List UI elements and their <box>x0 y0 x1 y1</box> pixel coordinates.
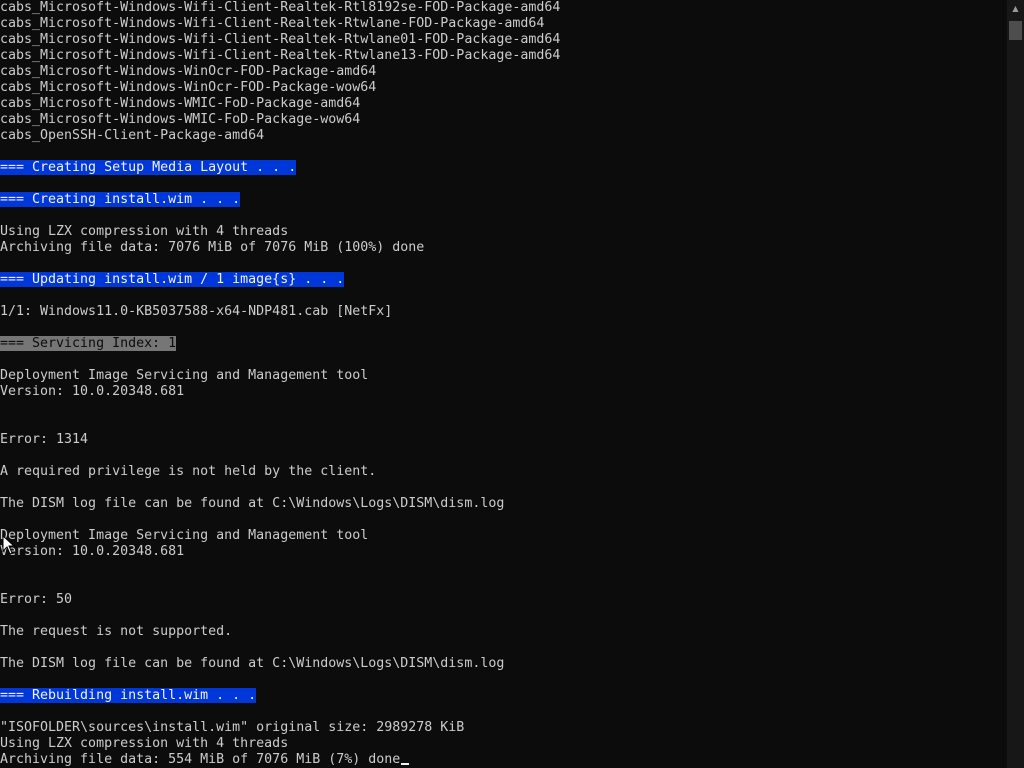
console-line: Deployment Image Servicing and Managemen… <box>0 368 1004 384</box>
console-line-text: cabs_Microsoft-Windows-Wifi-Client-Realt… <box>0 32 561 47</box>
console-line-text: A required privilege is not held by the … <box>0 464 377 479</box>
console-line: cabs_Microsoft-Windows-Wifi-Client-Realt… <box>0 0 1004 16</box>
console-line: cabs_Microsoft-Windows-WinOcr-FOD-Packag… <box>0 64 1004 80</box>
console-line: cabs_OpenSSH-Client-Package-amd64 <box>0 128 1004 144</box>
scrollbar-thumb[interactable] <box>1009 21 1022 40</box>
console-window[interactable]: cabs_Microsoft-Windows-Wifi-Client-Realt… <box>0 0 1024 768</box>
console-line-text: === Rebuilding install.wim . . . <box>0 688 257 703</box>
console-line-text: The request is not supported. <box>0 624 233 639</box>
console-line: cabs_Microsoft-Windows-WMIC-FoD-Package-… <box>0 96 1004 112</box>
console-line: cabs_Microsoft-Windows-Wifi-Client-Realt… <box>0 16 1004 32</box>
console-line: === Rebuilding install.wim . . . <box>0 688 1004 704</box>
console-line: "ISOFOLDER\sources\install.wim" original… <box>0 720 1004 736</box>
console-line: Archiving file data: 554 MiB of 7076 MiB… <box>0 752 1004 768</box>
console-line-text: 1/1: Windows11.0-KB5037588-x64-NDP481.ca… <box>0 304 393 319</box>
console-line-text: "ISOFOLDER\sources\install.wim" original… <box>0 720 465 735</box>
console-line-text: Using LZX compression with 4 threads <box>0 736 289 751</box>
console-line-text: cabs_Microsoft-Windows-WMIC-FoD-Package-… <box>0 96 361 111</box>
console-line-text: Archiving file data: 7076 MiB of 7076 Mi… <box>0 240 425 255</box>
console-line: The DISM log file can be found at C:\Win… <box>0 496 1004 512</box>
scroll-up-arrow-icon[interactable]: ▲ <box>1007 0 1024 17</box>
console-line: Using LZX compression with 4 threads <box>0 224 1004 240</box>
console-line: Error: 50 <box>0 592 1004 608</box>
console-line-text: cabs_OpenSSH-Client-Package-amd64 <box>0 128 265 143</box>
vertical-scrollbar[interactable]: ▲ <box>1007 0 1024 768</box>
console-line-text: Deployment Image Servicing and Managemen… <box>0 368 369 383</box>
console-line: The DISM log file can be found at C:\Win… <box>0 656 1004 672</box>
console-line: The request is not supported. <box>0 624 1004 640</box>
console-line: Archiving file data: 7076 MiB of 7076 Mi… <box>0 240 1004 256</box>
console-line: === Servicing Index: 1 <box>0 336 1004 352</box>
console-line: 1/1: Windows11.0-KB5037588-x64-NDP481.ca… <box>0 304 1004 320</box>
console-line: cabs_Microsoft-Windows-WMIC-FoD-Package-… <box>0 112 1004 128</box>
console-line: cabs_Microsoft-Windows-WinOcr-FOD-Packag… <box>0 80 1004 96</box>
console-line: cabs_Microsoft-Windows-Wifi-Client-Realt… <box>0 48 1004 64</box>
console-line-text: The DISM log file can be found at C:\Win… <box>0 496 505 511</box>
console-output[interactable]: cabs_Microsoft-Windows-Wifi-Client-Realt… <box>0 0 1004 768</box>
console-line: Deployment Image Servicing and Managemen… <box>0 528 1004 544</box>
console-line: Using LZX compression with 4 threads <box>0 736 1004 752</box>
console-line: Error: 1314 <box>0 432 1004 448</box>
console-line-text: === Updating install.wim / 1 image{s} . … <box>0 272 345 287</box>
console-line-text: cabs_Microsoft-Windows-WMIC-FoD-Package-… <box>0 112 361 127</box>
console-line: === Creating install.wim . . . <box>0 192 1004 208</box>
console-line-text: Error: 1314 <box>0 432 89 447</box>
mouse-pointer-icon <box>2 535 16 555</box>
console-line-text: === Servicing Index: 1 <box>0 336 177 351</box>
console-line-text: Error: 50 <box>0 592 73 607</box>
console-line-text: Deployment Image Servicing and Managemen… <box>0 528 369 543</box>
console-line-text: The DISM log file can be found at C:\Win… <box>0 656 505 671</box>
console-line-text: cabs_Microsoft-Windows-WinOcr-FOD-Packag… <box>0 80 377 95</box>
console-line-text: Version: 10.0.20348.681 <box>0 384 185 399</box>
console-line: Version: 10.0.20348.681 <box>0 384 1004 400</box>
console-line-text: Archiving file data: 554 MiB of 7076 MiB… <box>0 752 401 767</box>
console-line: cabs_Microsoft-Windows-Wifi-Client-Realt… <box>0 32 1004 48</box>
console-line: === Updating install.wim / 1 image{s} . … <box>0 272 1004 288</box>
console-line-text: cabs_Microsoft-Windows-Wifi-Client-Realt… <box>0 16 545 31</box>
console-line-text: cabs_Microsoft-Windows-Wifi-Client-Realt… <box>0 0 561 15</box>
console-line-text: Using LZX compression with 4 threads <box>0 224 289 239</box>
console-line-text: === Creating Setup Media Layout . . . <box>0 160 297 175</box>
console-line-text: cabs_Microsoft-Windows-Wifi-Client-Realt… <box>0 48 561 63</box>
text-cursor <box>401 763 410 765</box>
console-line-text: === Creating install.wim . . . <box>0 192 241 207</box>
console-line: === Creating Setup Media Layout . . . <box>0 160 1004 176</box>
console-line-text: Version: 10.0.20348.681 <box>0 544 185 559</box>
console-line: Version: 10.0.20348.681 <box>0 544 1004 560</box>
console-line-text: cabs_Microsoft-Windows-WinOcr-FOD-Packag… <box>0 64 377 79</box>
console-line: A required privilege is not held by the … <box>0 464 1004 480</box>
